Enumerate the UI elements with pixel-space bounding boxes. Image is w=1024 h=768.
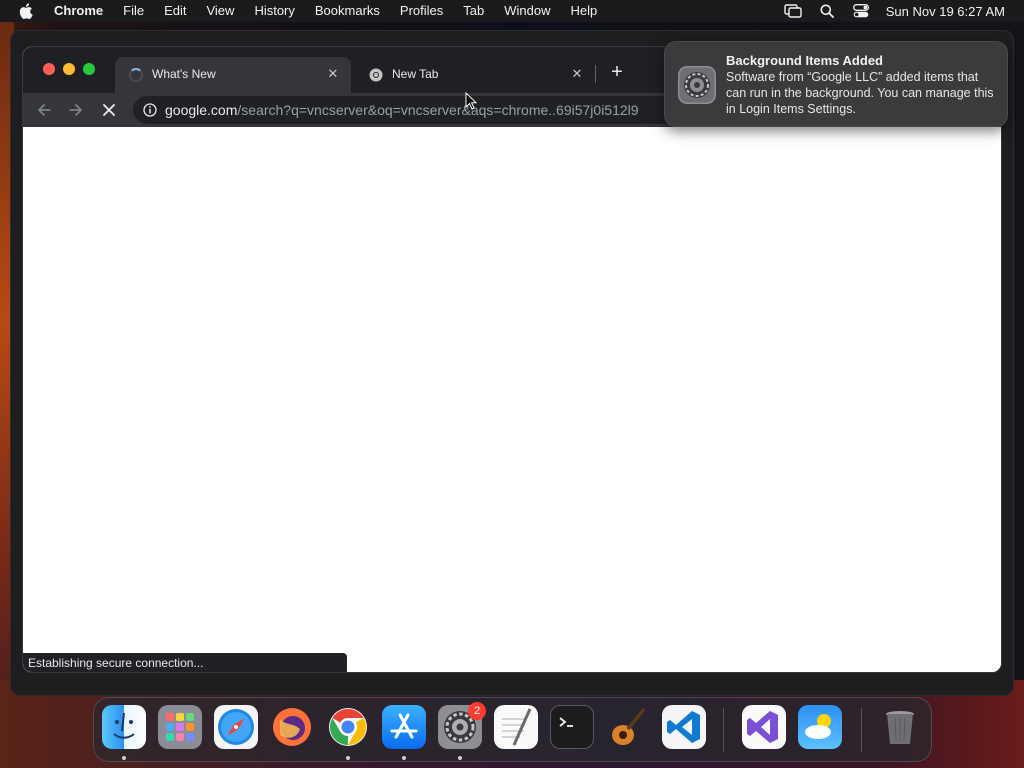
- menu-bar-clock[interactable]: Sun Nov 19 6:27 AM: [886, 4, 1005, 19]
- dock-visual-studio-code[interactable]: [662, 705, 706, 749]
- menu-bar-status-area: Sun Nov 19 6:27 AM: [784, 0, 1024, 22]
- safari-compass-icon: [218, 709, 254, 745]
- address-bar[interactable]: google.com/search?q=vncserver&oq=vncserv…: [133, 96, 693, 124]
- loading-spinner-icon: [129, 68, 143, 82]
- dock-firefox[interactable]: [270, 705, 314, 749]
- chrome-favicon-icon: [369, 68, 383, 82]
- firefox-icon: [273, 708, 311, 746]
- dock-garageband[interactable]: [606, 705, 650, 749]
- address-bar-url[interactable]: google.com/search?q=vncserver&oq=vncserv…: [165, 102, 639, 118]
- dock-safari[interactable]: [214, 705, 258, 749]
- launchpad-icon: [166, 713, 194, 741]
- dock-separator: [723, 708, 724, 752]
- system-settings-icon: [677, 65, 717, 105]
- tab-whats-new[interactable]: What's New ✕: [115, 57, 351, 93]
- vscode-icon: [667, 711, 700, 743]
- running-indicator: [122, 756, 126, 760]
- menu-history[interactable]: History: [244, 0, 304, 22]
- dock-launchpad[interactable]: [158, 705, 202, 749]
- site-info-icon[interactable]: [143, 103, 157, 117]
- apple-menu-icon[interactable]: [19, 3, 33, 19]
- zoom-window-button[interactable]: [83, 63, 95, 75]
- status-bubble: Establishing secure connection...: [23, 653, 347, 672]
- minimize-window-button[interactable]: [63, 63, 75, 75]
- app-store-icon: [390, 713, 418, 739]
- screen-mirroring-icon[interactable]: [784, 3, 802, 19]
- dock-weather[interactable]: [798, 705, 842, 749]
- running-indicator: [402, 756, 406, 760]
- spotlight-search-icon[interactable]: [818, 3, 836, 19]
- menu-view[interactable]: View: [196, 0, 244, 22]
- dock-finder[interactable]: [102, 705, 146, 749]
- visual-studio-icon: [747, 711, 778, 743]
- back-arrow-icon[interactable]: [34, 100, 54, 120]
- stop-loading-icon[interactable]: [99, 100, 119, 120]
- mouse-pointer-icon: [465, 91, 478, 110]
- terminal-icon: [559, 717, 573, 727]
- running-indicator: [458, 756, 462, 760]
- forward-arrow-icon[interactable]: [66, 100, 86, 120]
- tab-title: What's New: [152, 67, 216, 81]
- background-items-notification[interactable]: Background Items Added Software from “Go…: [664, 41, 1008, 127]
- dock-system-settings[interactable]: 2: [438, 702, 486, 749]
- notification-badge: 2: [468, 702, 486, 720]
- chrome-icon: [329, 708, 367, 746]
- control-center-icon[interactable]: [852, 3, 870, 19]
- menu-bar: Chrome File Edit View History Bookmarks …: [0, 0, 1024, 22]
- textedit-icon: [502, 708, 532, 746]
- finder-icon: [113, 712, 135, 739]
- tab-divider: [595, 65, 596, 83]
- url-host: google.com: [165, 102, 238, 118]
- close-tab-icon[interactable]: ✕: [325, 66, 341, 82]
- dock-google-chrome[interactable]: [326, 705, 370, 749]
- menu-profiles[interactable]: Profiles: [390, 0, 453, 22]
- dock-textedit[interactable]: [494, 705, 538, 749]
- web-page-content[interactable]: [23, 127, 1001, 672]
- menu-window[interactable]: Window: [494, 0, 560, 22]
- url-path: /search?q=vncserver&oq=vncserver&aqs=chr…: [237, 102, 639, 118]
- menu-tab[interactable]: Tab: [453, 0, 494, 22]
- menu-bookmarks[interactable]: Bookmarks: [305, 0, 390, 22]
- notification-body: Software from “Google LLC” added items t…: [726, 70, 994, 116]
- close-tab-icon[interactable]: ✕: [569, 66, 585, 82]
- running-indicator: [346, 756, 350, 760]
- dock-app-store[interactable]: [382, 705, 426, 749]
- dock-separator: [861, 708, 862, 752]
- trash-icon: [886, 711, 914, 744]
- close-window-button[interactable]: [43, 63, 55, 75]
- guitar-icon: [612, 707, 646, 745]
- new-tab-plus-icon[interactable]: +: [607, 62, 627, 83]
- dock-terminal[interactable]: [550, 705, 594, 749]
- tab-title: New Tab: [392, 67, 439, 81]
- weather-icon: [805, 714, 831, 739]
- menu-edit[interactable]: Edit: [154, 0, 196, 22]
- tab-new-tab[interactable]: New Tab ✕: [355, 57, 595, 93]
- menu-help[interactable]: Help: [561, 0, 608, 22]
- dock-visual-studio[interactable]: [742, 705, 786, 749]
- dock-trash[interactable]: [878, 705, 922, 749]
- chrome-window: What's New ✕ New Tab ✕ + google.com/sear…: [22, 46, 1002, 673]
- menu-file[interactable]: File: [113, 0, 154, 22]
- notification-title: Background Items Added: [726, 53, 883, 68]
- menu-app-chrome[interactable]: Chrome: [52, 0, 113, 22]
- dock: 2: [93, 697, 932, 762]
